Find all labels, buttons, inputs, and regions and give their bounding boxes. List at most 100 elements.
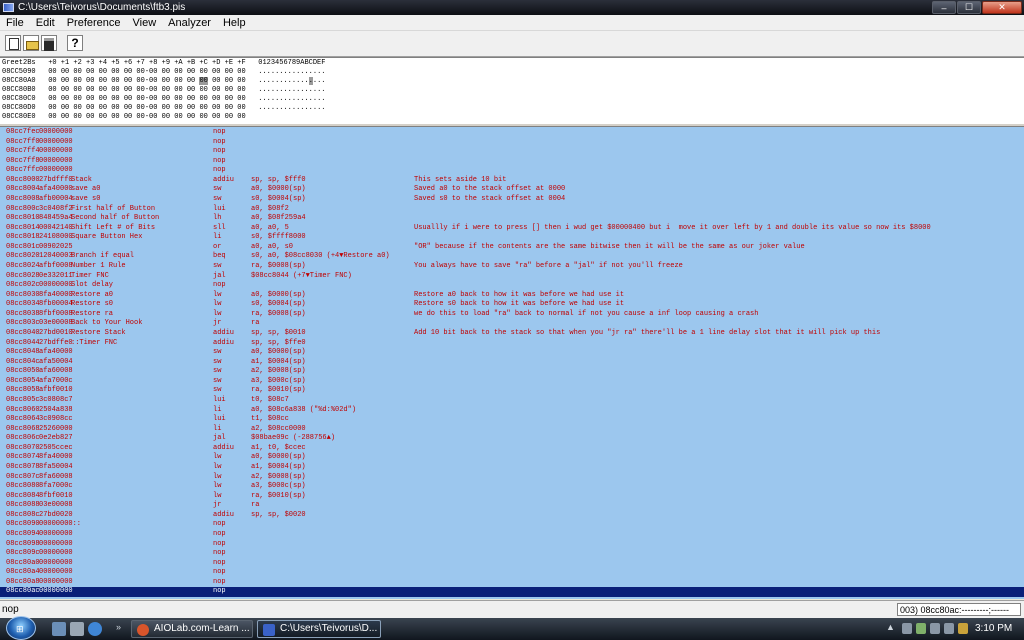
tray-icon-5[interactable] [958,623,968,634]
disasm-row[interactable]: 08cc8068 25260000 li a2, $08cc0000 [0,425,1024,435]
disasm-row[interactable]: 08cc8080 8fa7000c lw a3, $000c(sp) [0,482,1024,492]
disasm-row[interactable]: 08cc8034 8fb00004 Restore s0 lw s0, $0004(sp… [0,300,1024,310]
disasm-row[interactable]: 08cc8050 afa60008 sw a2, $0008(sp) [0,367,1024,377]
disasm-row[interactable]: 08cc8070 2505ccec addiu a1, t0, $ccec [0,444,1024,454]
hex-row-bytes: 00 00 00 00 00 00 00 00-00 00 00 00 [48,77,196,85]
disasm-row[interactable]: 08cc80a4 00000000 nop [0,568,1024,578]
close-button[interactable]: ✕ [982,1,1022,14]
disasm-row[interactable]: 08cc8094 00000000 nop [0,530,1024,540]
disasm-row[interactable]: 08cc7ffc 00000000 nop [0,166,1024,176]
disasm-row[interactable]: 08cc8024 afbf0008 Number 1 Rule sw ra, $0008… [0,262,1024,272]
disasm-row[interactable]: 08cc8010 848459a4 Second half of Button lh a… [0,214,1024,224]
disasm-row[interactable]: 08cc8038 8fbf0008 Restore ra lw ra, $0008(sp… [0,310,1024,320]
tray-expand-icon[interactable]: ▲ [886,622,895,633]
disasm-row[interactable]: 08cc807c 8fa60008 lw a2, $0008(sp) [0,473,1024,483]
menu-file[interactable]: File [0,17,30,29]
new-file-icon[interactable] [5,35,21,51]
hex-row-bytes-rest: 00 00 00 [212,77,246,85]
help-icon[interactable]: ? [67,35,83,51]
disasm-row[interactable]: 08cc8084 8fbf0010 lw ra, $0010(sp) [0,492,1024,502]
disassembly-view[interactable]: 08cc7fec 00000000 nop 08cc7ff0 00000000 nop 08… [0,127,1024,599]
switch-windows-icon[interactable] [70,622,84,636]
disasm-row[interactable]: 08cc8000 27bdfff0 Stack addiu sp, sp, $fff0 T… [0,176,1024,186]
disasm-row[interactable]: 08cc801c 00902025 or a0, a0, s0 "OR" because… [0,243,1024,253]
menu-view[interactable]: View [127,17,163,29]
disasm-addr: 08cc80a0 [6,558,40,567]
disasm-row[interactable]: 08cc7ff8 00000000 nop [0,157,1024,167]
menu-help[interactable]: Help [217,17,252,29]
show-desktop-icon[interactable] [52,622,66,636]
disasm-row[interactable]: 08cc8058 afbf0010 sw ra, $0010(sp) [0,386,1024,396]
network-icon[interactable] [930,623,940,634]
disasm-addr: 08cc80a4 [6,568,40,577]
hex-row[interactable]: 08CC80E0 00 00 00 00 00 00 00 00-00 00 0… [2,113,258,122]
disasm-row[interactable]: 08cc8044 27bdffe0::Timer FNC addiu sp, sp, … [0,339,1024,349]
disasm-row-selected[interactable]: 08cc80ac 00000000 nop [0,587,1024,597]
disasm-row[interactable]: 08cc804c afa50004 sw a1, $0004(sp) [0,358,1024,368]
internet-explorer-icon[interactable] [88,622,102,636]
disasm-row[interactable]: 08cc8014 00042140 Shift Left # of Bits sll a… [0,224,1024,234]
disasm-addr: 08cc8004 [6,185,40,194]
menu-edit[interactable]: Edit [30,17,61,29]
maximize-button[interactable]: ☐ [957,1,981,14]
disasm-args: a0, $0000(sp) [251,453,306,462]
disasm-row[interactable]: 08cc8048 afa40000 sw a0, $0000(sp) [0,348,1024,358]
disasm-row[interactable]: 08cc80a0 00000000 nop [0,559,1024,569]
hex-view[interactable]: Greet2Bs +0 +1 +2 +3 +4 +5 +6 +7 +8 +9 +… [0,57,1024,123]
taskbar-item-aiolab[interactable]: AIOLab.com-Learn ... [131,620,253,638]
disasm-label: Stack [71,175,93,184]
disasm-row[interactable]: 08cc8090 00000000:: nop [0,520,1024,530]
hex-selected-byte[interactable]: 00 [199,77,208,85]
disasm-hex: 00000000 [39,577,73,586]
quicklaunch-chevron-icon[interactable]: » [116,622,124,636]
disasm-cmt: Add 10 bit back to the stack so that whe… [414,328,881,337]
disasm-row[interactable]: 08cc8018 24108000 Square Button Hex li s0, $… [0,233,1024,243]
disasm-row[interactable]: 08cc8098 00000000 nop [0,540,1024,550]
disasm-row[interactable]: 08cc8060 2504a838 li a0, $08c6a838 ("%d:%02… [0,406,1024,416]
disasm-hex: 8fb00004 [39,300,73,309]
disasm-row[interactable]: 08cc8054 afa7000c sw a3, $000c(sp) [0,377,1024,387]
hex-row[interactable]: 08CC80C0 00 00 00 00 00 00 00 00-00 00 0… [2,95,325,104]
disasm-row[interactable]: 08cc803c 03e00008 Back to Your Hook jr ra [0,319,1024,329]
disasm-row[interactable]: 08cc7ff0 00000000 nop [0,138,1024,148]
taskbar-item-editor[interactable]: C:\Users\Teivorus\D... [257,620,381,638]
disasm-row[interactable]: 08cc8030 8fa40000 Restore a0 lw a0, $0000(sp… [0,291,1024,301]
disasm-row[interactable]: 08cc805c 3c0808c7 lui t0, $08c7 [0,396,1024,406]
taskbar-item-label: C:\Users\Teivorus\D... [280,623,378,634]
disasm-row[interactable]: 08cc8028 0e332011 Timer FNC jal $08cc8044 (+… [0,272,1024,282]
disasm-row[interactable]: 08cc806c 0e2eb827 jal $08bae09c (-288756▲) [0,434,1024,444]
disasm-row[interactable]: 08cc8074 8fa40000 lw a0, $0000(sp) [0,453,1024,463]
hex-row[interactable]: 08CC5090 00 00 00 00 00 00 00 00-00 00 0… [2,68,325,77]
hex-row[interactable]: 08CC80A0 00 00 00 00 00 00 00 00-00 00 0… [2,77,326,86]
hex-row[interactable]: 08CC80B0 00 00 00 00 00 00 00 00-00 00 0… [2,86,325,95]
tray-icon-1[interactable] [902,623,912,634]
disasm-row[interactable]: 08cc8020 12040003 Branch if equal beq s0, a0… [0,252,1024,262]
tray-icon-2[interactable] [916,623,926,634]
disasm-row[interactable]: 08cc8008 afb00004 save s0 sw s0, $0004(sp) Sa… [0,195,1024,205]
disasm-op: nop [213,549,226,558]
minimize-button[interactable]: – [932,1,956,14]
start-button[interactable]: ⊞ [6,616,36,640]
disasm-label: Restore ra [71,309,114,318]
disasm-row[interactable]: 08cc809c 00000000 nop [0,549,1024,559]
disasm-row[interactable]: 08cc7fec 00000000 nop [0,128,1024,138]
open-file-icon[interactable] [23,35,39,51]
menu-analyzer[interactable]: Analyzer [162,17,217,29]
hex-row[interactable]: 08CC80D0 00 00 00 00 00 00 00 00-00 00 0… [2,104,325,113]
disasm-row[interactable]: 08cc80a8 00000000 nop [0,578,1024,588]
hex-row-bytes: 00 00 00 00 00 00 00 00-00 00 00 00 00 0… [48,68,246,76]
disasm-hex: afa40000 [39,348,73,357]
disasm-row[interactable]: 08cc8088 03e00008 jr ra [0,501,1024,511]
disasm-row[interactable]: 08cc8064 3c0908cc lui t1, $08cc [0,415,1024,425]
volume-icon[interactable] [944,623,954,634]
save-file-icon[interactable] [41,35,57,51]
disasm-row[interactable]: 08cc800c 3c0408f2 First half of Button lui a… [0,205,1024,215]
menu-preference[interactable]: Preference [61,17,127,29]
disasm-row[interactable]: 08cc808c 27bd0020 addiu sp, sp, $0020 [0,511,1024,521]
disasm-row[interactable]: 08cc8004 afa40000 save a0 sw a0, $0000(sp) Sa… [0,185,1024,195]
disasm-row[interactable]: 08cc802c 00000000 Slot delay nop [0,281,1024,291]
disasm-row[interactable]: 08cc7ff4 00000000 nop [0,147,1024,157]
disasm-addr: 08cc807c [6,472,40,481]
disasm-row[interactable]: 08cc8078 8fa50004 lw a1, $0004(sp) [0,463,1024,473]
disasm-row[interactable]: 08cc8040 27bd0010 Restore Stack addiu sp, sp… [0,329,1024,339]
